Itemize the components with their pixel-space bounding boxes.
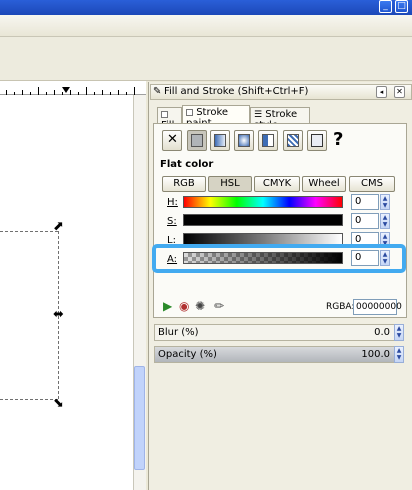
tab-fill[interactable]: Fill <box>157 107 182 131</box>
saturation-spin-arrows[interactable]: ▲ ▼ <box>380 213 390 229</box>
minimize-button[interactable]: _ <box>379 0 392 13</box>
stroke-style-icon: ☰ <box>254 110 263 120</box>
hue-slider[interactable] <box>183 196 343 208</box>
tool-controls-bar <box>0 37 412 81</box>
selection-bbox-bottom <box>0 399 58 400</box>
iconify-icon[interactable]: ◂ <box>376 86 387 98</box>
maximize-button[interactable]: □ <box>395 0 408 13</box>
swatch-button[interactable] <box>283 130 303 151</box>
opacity-slider[interactable]: Opacity (%) 100.0 <box>154 346 404 363</box>
window-titlebar <box>0 0 412 15</box>
scrollbar-thumb[interactable] <box>134 366 145 470</box>
command-toolbar <box>0 15 412 37</box>
mode-wheel-button[interactable]: Wheel <box>302 176 346 192</box>
mode-cmyk-button[interactable]: CMYK <box>254 176 300 192</box>
opacity-label: Opacity (%) <box>158 349 217 360</box>
dialog-title: Fill and Stroke (Shift+Ctrl+F) <box>164 86 309 97</box>
opacity-value: 100.0 <box>361 349 390 360</box>
blur-slider[interactable]: Blur (%) 0.0 <box>154 324 404 341</box>
horizontal-ruler <box>0 81 146 95</box>
color-managed-icon[interactable]: ◉ <box>179 299 189 313</box>
alpha-row-highlight <box>152 244 406 273</box>
drawing-canvas[interactable] <box>0 95 133 490</box>
hue-spinbox[interactable]: 0 <box>351 194 379 210</box>
section-title: Flat color <box>160 159 214 170</box>
scale-handle-bottom-right[interactable]: ⬊ <box>53 397 64 410</box>
tab-stroke-paint[interactable]: Stroke paint <box>182 105 250 129</box>
eyedropper-pick-icon[interactable]: ▶ <box>163 299 172 313</box>
blur-label: Blur (%) <box>158 327 199 338</box>
help-icon[interactable]: ? <box>333 129 343 150</box>
close-icon[interactable]: ✕ <box>394 86 405 98</box>
pattern-icon <box>262 134 274 147</box>
swatch-icon <box>287 134 299 147</box>
hue-label: H: <box>167 197 178 208</box>
hue-spin-arrows[interactable]: ▲ ▼ <box>380 194 390 210</box>
mode-rgb-button[interactable]: RGB <box>162 176 206 192</box>
pattern-button[interactable] <box>258 130 278 151</box>
saturation-spinbox[interactable]: 0 <box>351 213 379 229</box>
mode-hsl-button[interactable]: HSL <box>208 176 252 192</box>
out-of-gamut-icon: ✺ <box>195 299 206 313</box>
saturation-slider[interactable] <box>183 214 343 226</box>
blur-spin-arrows[interactable]: ▲ ▼ <box>394 324 404 341</box>
radial-gradient-button[interactable] <box>234 130 254 151</box>
scale-handle-top-right[interactable]: ⬈ <box>53 220 64 233</box>
mode-cms-button[interactable]: CMS <box>349 176 395 192</box>
saturation-label: S: <box>167 216 177 227</box>
fill-swatch-icon <box>161 110 168 118</box>
blur-value: 0.0 <box>374 327 390 338</box>
picker-icon[interactable]: ✏ <box>214 299 224 313</box>
flat-color-button[interactable] <box>187 130 207 151</box>
opacity-spin-arrows[interactable]: ▲ ▼ <box>394 346 404 363</box>
dialog-titlebar: ✎ Fill and Stroke (Shift+Ctrl+F) ◂ ✕ <box>150 84 412 100</box>
tab-stroke-style[interactable]: ☰ Stroke style <box>250 107 310 131</box>
flat-color-icon <box>191 134 203 147</box>
no-paint-button[interactable]: ✕ <box>162 130 182 151</box>
brush-icon: ✎ <box>153 86 162 97</box>
stroke-swatch-icon <box>186 108 193 116</box>
linear-gradient-button[interactable] <box>210 130 230 151</box>
radial-gradient-icon <box>238 134 250 147</box>
rgba-field[interactable]: 00000000 <box>353 299 402 315</box>
unset-paint-button[interactable] <box>307 130 327 151</box>
linear-gradient-icon <box>214 134 226 147</box>
selection-bbox-top <box>0 231 58 232</box>
scale-handle-right[interactable]: ⬌ <box>53 308 64 321</box>
x-icon: ✕ <box>167 132 178 147</box>
rgba-label: RGBA: <box>326 302 355 312</box>
unset-icon <box>311 134 323 147</box>
